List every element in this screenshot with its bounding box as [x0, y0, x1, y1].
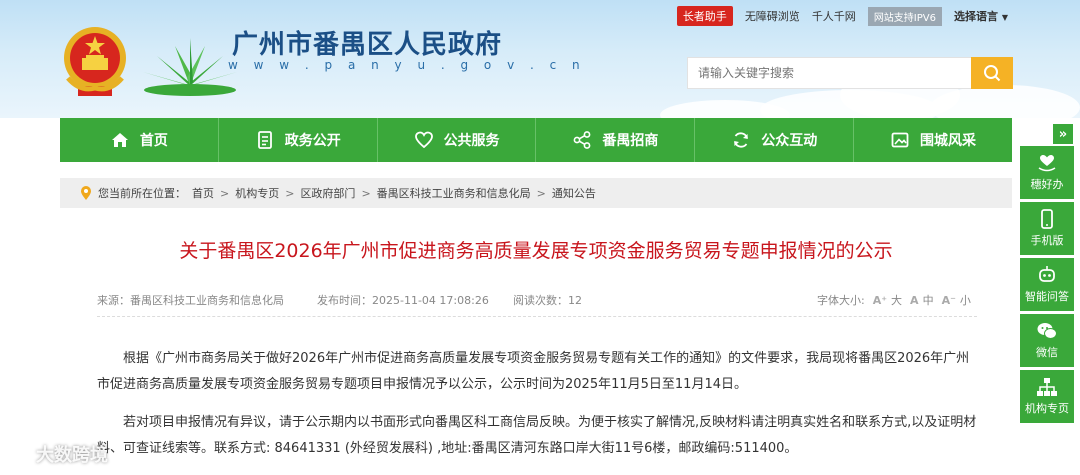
language-selector[interactable]: 选择语言 ▼	[954, 8, 1008, 24]
nav-item-investment[interactable]: 番禺招商	[536, 118, 696, 162]
font-medium-button[interactable]: A 中	[910, 292, 934, 308]
right-float-panel: 穗好办 手机版 智能问答 微信 机构专页	[1020, 146, 1074, 426]
breadcrumb-prefix: 您当前所在位置：	[98, 187, 186, 200]
search-bar	[687, 57, 1013, 89]
top-toolbar: 长者助手 无障碍浏览 千人千网 网站支持IPV6 选择语言 ▼	[676, 6, 1008, 26]
robot-icon	[1039, 266, 1055, 282]
document-icon	[257, 131, 272, 149]
main-nav: 首页 政务公开 公共服务 番禺招商 公众互动 围城风采	[60, 118, 1012, 162]
article-paragraph: 若对项目申报情况有异议，请于公示期内以书面形式向番禺区科工商信局反映。为便于核实…	[97, 415, 977, 456]
breadcrumb: 您当前所在位置： 首页 > 机构专页 > 区政府部门 > 番禺区科技工业商务和信…	[60, 178, 1012, 208]
watermark: 大数跨境	[6, 441, 108, 467]
float-item-mobile[interactable]: 手机版	[1020, 202, 1074, 255]
watermark-logo-icon	[7, 447, 31, 461]
national-emblem-icon	[64, 27, 126, 96]
site-header: 长者助手 无障碍浏览 千人千网 网站支持IPV6 选择语言 ▼ 广州市番禺区人民…	[0, 0, 1080, 118]
ipv6-badge: 网站支持IPV6	[867, 6, 942, 26]
nav-item-public-services[interactable]: 公共服务	[378, 118, 537, 162]
font-size-controls: 字体大小: A⁺ 大 A 中 A⁻ 小	[817, 292, 971, 308]
breadcrumb-separator: >	[361, 186, 371, 200]
network-icon	[573, 131, 591, 149]
site-title: 广州市番禺区人民政府	[232, 30, 503, 60]
watermark-text: 大数跨境	[36, 445, 108, 466]
font-decrease-icon: A⁻	[941, 293, 956, 307]
chevron-down-icon: ▼	[1001, 13, 1008, 22]
float-label: 手机版	[1030, 234, 1064, 247]
breadcrumb-separator: >	[536, 186, 546, 200]
article-meta: 来源：番禺区科技工业商务和信息化局 发布时间：2025-11-04 17:08:…	[97, 292, 977, 308]
float-item-org-page[interactable]: 机构专页	[1020, 370, 1074, 423]
breadcrumb-district-depts[interactable]: 区政府部门	[300, 185, 355, 201]
heart-icon	[414, 131, 433, 149]
nav-item-city-style[interactable]: 围城风采	[854, 118, 1012, 162]
search-icon	[984, 65, 1001, 82]
article-paragraph: 根据《广州市商务局关于做好2026年广州市促进商务高质量发展专项资金服务贸易专题…	[97, 351, 970, 392]
font-size-label: 字体大小:	[817, 294, 865, 307]
home-icon	[111, 133, 128, 147]
float-item-wechat[interactable]: 微信	[1020, 314, 1074, 367]
float-label: 智能问答	[1025, 290, 1069, 303]
nav-item-government-affairs[interactable]: 政务公开	[219, 118, 378, 162]
article-view-count: 阅读次数：12	[513, 294, 582, 307]
font-small-label: 小	[959, 294, 971, 307]
search-input[interactable]	[688, 58, 971, 88]
nav-label: 公众互动	[761, 133, 818, 149]
heart-hand-icon	[1038, 155, 1056, 172]
float-item-suihaoban[interactable]: 穗好办	[1020, 146, 1074, 199]
nav-label: 番禺招商	[602, 133, 659, 149]
location-pin-icon	[81, 185, 91, 200]
nav-item-interaction[interactable]: 公众互动	[695, 118, 855, 162]
site-url: w w w . p a n y u . g o v . c n	[228, 58, 586, 72]
breadcrumb-bureau[interactable]: 番禺区科技工业商务和信息化局	[377, 185, 531, 201]
nav-label: 政务公开	[284, 133, 341, 149]
breadcrumb-home[interactable]: 首页	[192, 185, 214, 201]
nav-label: 公共服务	[443, 133, 500, 149]
personalized-link[interactable]: 千人千网	[812, 8, 856, 24]
language-label: 选择语言	[954, 10, 998, 23]
article-source: 来源：番禺区科技工业商务和信息化局	[97, 294, 284, 307]
accessibility-link[interactable]: 无障碍浏览	[745, 8, 800, 24]
breadcrumb-separator: >	[220, 186, 230, 200]
article-publish-time: 发布时间：2025-11-04 17:08:26	[317, 294, 489, 307]
search-button[interactable]	[971, 57, 1013, 89]
font-increase-icon: A⁺	[872, 293, 888, 307]
font-large-button[interactable]: A⁺ 大	[873, 292, 902, 308]
breadcrumb-notices[interactable]: 通知公告	[552, 185, 596, 201]
image-icon	[891, 132, 909, 148]
nav-label: 围城风采	[920, 133, 977, 149]
font-large-label: 大	[891, 294, 903, 307]
refresh-icon	[734, 132, 749, 148]
breadcrumb-separator: >	[285, 186, 295, 200]
article-title: 关于番禺区2026年广州市促进商务高质量发展专项资金服务贸易专题申报情况的公示	[179, 240, 893, 262]
wechat-icon	[1037, 323, 1057, 339]
nav-item-home[interactable]: 首页	[60, 118, 219, 162]
article: 关于番禺区2026年广州市促进商务高质量发展专项资金服务贸易专题申报情况的公示 …	[60, 208, 1012, 475]
float-item-smart-qa[interactable]: 智能问答	[1020, 258, 1074, 311]
float-collapse-icon[interactable]: »	[1053, 124, 1073, 144]
font-reset-icon: A	[910, 293, 919, 307]
breadcrumb-org-pages[interactable]: 机构专页	[235, 185, 279, 201]
float-label: 机构专页	[1025, 402, 1069, 415]
elder-assistant-button[interactable]: 长者助手	[676, 6, 733, 26]
org-chart-icon	[1037, 378, 1057, 396]
phone-icon	[1041, 209, 1053, 229]
font-small-button[interactable]: A⁻ 小	[942, 292, 971, 308]
float-label: 微信	[1036, 346, 1058, 359]
meta-divider	[97, 316, 977, 317]
font-medium-label: 中	[922, 294, 934, 307]
float-label: 穗好办	[1030, 178, 1064, 191]
nav-label: 首页	[139, 133, 168, 149]
